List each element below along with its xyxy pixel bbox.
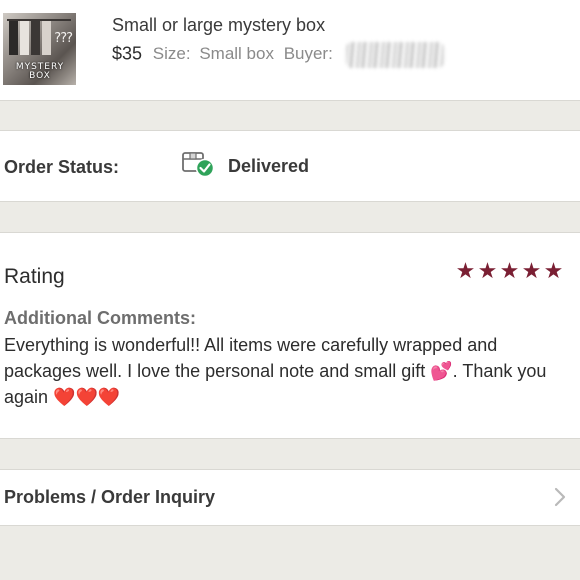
rating-card: Rating ★ ★ ★ ★ ★ Additional Comments: Everyt… <box>0 232 580 439</box>
problems-order-inquiry-label[interactable]: Problems / Order Inquiry <box>4 487 215 508</box>
problems-order-inquiry-row[interactable]: Problems / Order Inquiry <box>0 469 580 526</box>
thumbnail-garment <box>9 21 18 55</box>
thumbnail-caption: MYSTERY BOX <box>15 62 65 81</box>
order-status-card: Order Status: Delivered <box>0 130 580 202</box>
size-value: Small box <box>199 44 274 64</box>
star-icon: ★ <box>477 258 498 283</box>
chevron-right-icon[interactable] <box>553 486 567 513</box>
additional-comments-label: Additional Comments: <box>4 308 196 328</box>
package-delivered-icon <box>180 148 216 185</box>
item-meta-row: $35 Size: Small box Buyer: <box>112 42 444 68</box>
thumbnail-question-marks: ??? <box>54 31 73 46</box>
star-icon: ★ <box>521 258 542 283</box>
star-icon: ★ <box>499 258 520 283</box>
buyer-name-redacted <box>345 42 444 68</box>
order-status-label: Order Status: <box>4 157 120 177</box>
thumbnail-garment <box>42 21 51 55</box>
item-thumbnail[interactable]: ??? MYSTERY BOX <box>3 13 76 85</box>
item-price: $35 <box>112 43 143 64</box>
additional-comments-text: Everything is wonderful!! All items were… <box>4 335 547 407</box>
buyer-label: Buyer: <box>283 44 333 64</box>
item-title[interactable]: Small or large mystery box <box>112 15 325 36</box>
star-icon: ★ <box>543 258 564 283</box>
size-label: Size: <box>152 44 191 64</box>
order-status-value: Delivered <box>228 156 310 176</box>
thumbnail-garment <box>20 21 29 55</box>
star-rating: ★ ★ ★ ★ ★ <box>455 260 564 282</box>
order-item-card[interactable]: ??? MYSTERY BOX Small or large mystery b… <box>0 0 580 101</box>
thumbnail-garment <box>31 21 40 55</box>
star-icon: ★ <box>455 258 476 283</box>
rating-title: Rating <box>4 265 65 288</box>
